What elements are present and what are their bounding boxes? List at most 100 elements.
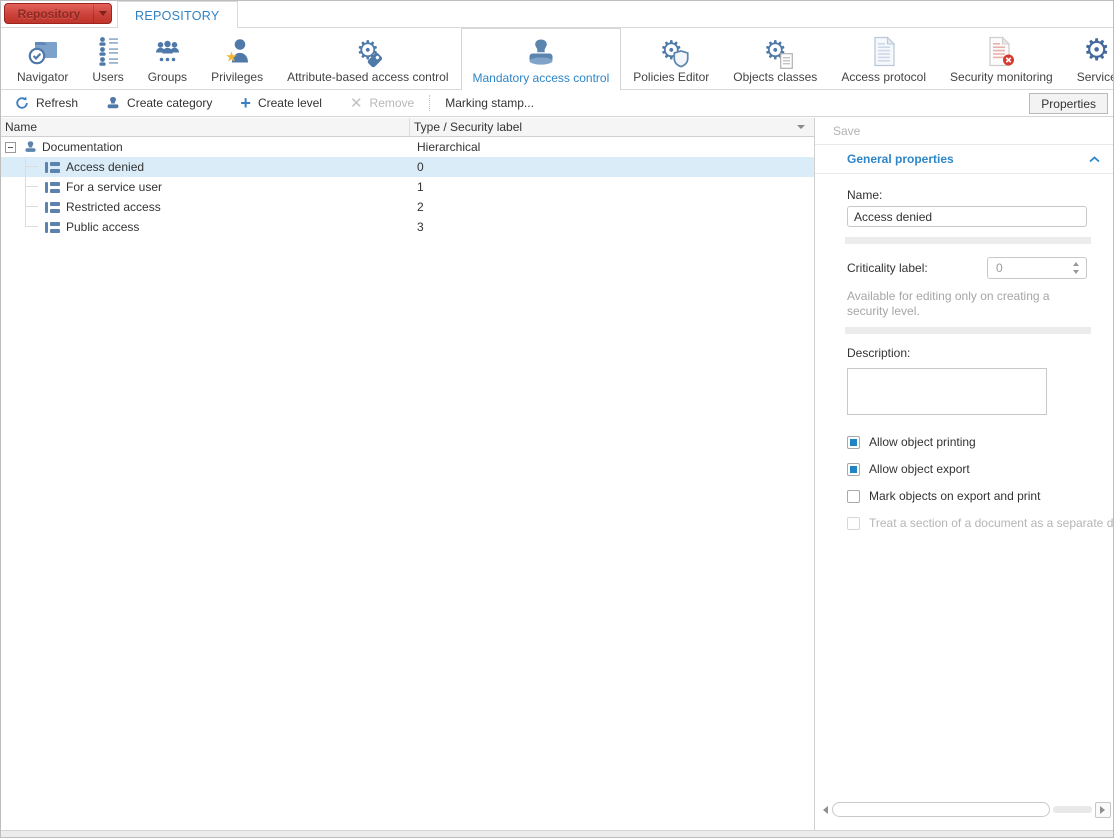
refresh-label: Refresh [36,96,78,110]
groups-people-icon [154,33,181,69]
table-header: Name Type / Security label [1,118,814,137]
content-area: Name Type / Security label Documentation… [1,118,1113,830]
user-star-icon [223,33,251,69]
create-level-button[interactable]: + Create level [226,90,336,116]
remove-button[interactable]: ✕ Remove [336,90,428,116]
plus-icon: + [240,95,251,111]
create-category-label: Create category [127,96,212,110]
name-input[interactable] [847,206,1087,227]
general-properties-section-header[interactable]: General properties [815,145,1113,174]
scrollbar-thumb[interactable] [832,802,1050,817]
ribbon-item-service[interactable]: ⚙ Service [1065,28,1114,89]
row-name: Public access [66,220,139,234]
checkbox-mark-objects-on-export[interactable]: Mark objects on export and print [847,489,1087,503]
ribbon-item-users[interactable]: Users [80,28,135,89]
navigator-folder-check-icon [26,33,60,69]
security-level-icon [45,202,60,213]
checkbox-icon [847,490,860,503]
stamp-icon [106,96,120,110]
table-row[interactable]: Restricted access 2 [1,197,814,217]
ribbon-item-access-protocol[interactable]: Access protocol [829,28,938,89]
toolbar: Refresh Create category + Create level ✕… [1,90,1113,117]
ribbon-label: Privileges [211,70,263,84]
ribbon-label: Users [92,70,123,84]
row-name: Access denied [66,160,144,174]
refresh-icon [15,96,29,110]
gear-tag-icon: ⚙ [356,33,379,69]
scroll-right-button[interactable] [1095,802,1111,818]
ribbon-item-attribute-based-access-control[interactable]: ⚙ Attribute-based access control [275,28,460,89]
row-value: Hierarchical [413,140,814,154]
users-list-icon [98,33,119,69]
row-value: 1 [413,180,814,194]
column-menu-button[interactable] [792,118,810,136]
ribbon-label: Security monitoring [950,70,1053,84]
spinner-down-icon[interactable] [1073,270,1079,277]
scroll-left-icon[interactable] [819,806,828,814]
ribbon-item-groups[interactable]: Groups [136,28,199,89]
divider-bar [845,327,1091,334]
chevron-down-icon [797,125,805,133]
checkbox-icon [847,463,860,476]
save-button[interactable]: Save [815,118,1113,145]
chevron-up-icon[interactable] [1089,156,1100,163]
ribbon-label: Service [1077,70,1114,84]
refresh-button[interactable]: Refresh [1,90,92,116]
tree-connector [25,197,42,217]
document-error-icon [986,33,1016,69]
security-level-icon [45,222,60,233]
ribbon-item-mandatory-access-control[interactable]: Mandatory access control [461,28,622,90]
tab-repository[interactable]: REPOSITORY [117,1,238,29]
ribbon-item-privileges[interactable]: Privileges [199,28,275,89]
row-name: Documentation [42,140,123,154]
table-row[interactable]: Documentation Hierarchical [1,137,814,157]
ribbon: Navigator Users [1,28,1113,90]
x-icon: ✕ [350,96,363,111]
checkbox-treat-section-separate[interactable]: Treat a section of a document as a separ… [847,516,1087,530]
table-row[interactable]: For a service user 1 [1,177,814,197]
app-window: Repository REPOSITORY Navigator [0,0,1114,838]
properties-toggle-button[interactable]: Properties [1029,93,1108,114]
column-header-name[interactable]: Name [1,118,409,136]
status-bar [1,830,1113,837]
collapse-expander[interactable] [5,142,16,153]
description-textarea[interactable] [847,368,1047,415]
stamp-icon [525,34,557,70]
section-title: General properties [847,152,1089,166]
security-levels-tree-panel: Name Type / Security label Documentation… [1,118,815,830]
security-level-icon [45,162,60,173]
repository-menu-button[interactable]: Repository [4,3,112,24]
general-properties-section-body: Name: Criticality label: Available for e… [815,174,1113,530]
row-value: 3 [413,220,814,234]
marking-stamp-button[interactable]: Marking stamp... [431,90,548,116]
ribbon-item-security-monitoring[interactable]: Security monitoring [938,28,1065,89]
tree-connector [25,177,42,197]
remove-label: Remove [370,96,415,110]
spinner-up-icon[interactable] [1073,259,1079,266]
ribbon-label: Navigator [17,70,68,84]
scroll-right-icon [1100,806,1109,814]
ribbon-item-navigator[interactable]: Navigator [5,28,80,89]
ribbon-item-objects-classes[interactable]: ⚙ Objects classes [721,28,829,89]
repository-menu-label: Repository [5,7,93,21]
ribbon-item-policies-editor[interactable]: ⚙ Policies Editor [621,28,721,89]
column-header-type[interactable]: Type / Security label [409,118,814,136]
tree-connector [25,217,42,237]
tab-bar: Repository REPOSITORY [1,1,1113,28]
ribbon-label: Attribute-based access control [287,70,448,84]
checkbox-allow-object-export[interactable]: Allow object export [847,462,1087,476]
ribbon-label: Groups [148,70,187,84]
properties-panel: Save General properties Name: Criticalit… [815,118,1113,830]
create-category-button[interactable]: Create category [92,90,226,116]
table-row[interactable]: Access denied 0 [1,157,814,177]
checkbox-allow-object-printing[interactable]: Allow object printing [847,435,1087,449]
horizontal-scrollbar[interactable] [819,801,1111,818]
gear-shield-icon: ⚙ [660,33,683,69]
table-row[interactable]: Public access 3 [1,217,814,237]
repository-menu-caret[interactable] [93,4,111,23]
ribbon-label: Access protocol [841,70,926,84]
caret-down-icon [99,11,107,20]
criticality-spinner[interactable] [987,257,1087,279]
scrollbar-track[interactable] [1053,806,1092,813]
criticality-input[interactable] [988,261,1058,275]
